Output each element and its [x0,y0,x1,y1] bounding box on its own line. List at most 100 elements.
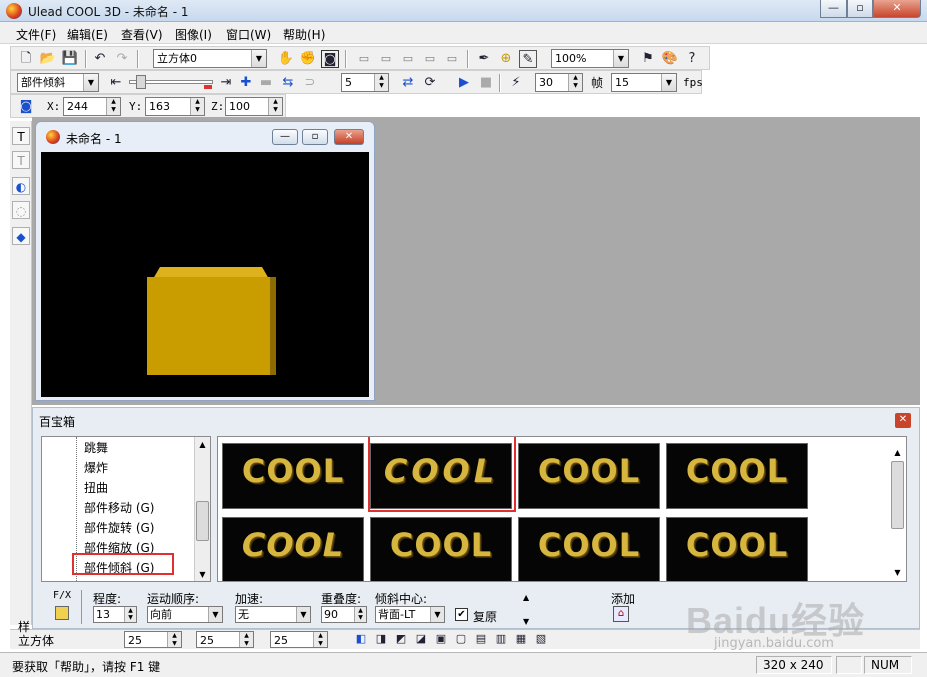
globe-icon[interactable]: ⊕ [497,50,515,68]
hand-move-icon[interactable]: ✋ [277,50,295,68]
scroll-thumb[interactable] [891,461,904,529]
effect-thumbnail[interactable]: COOL [222,443,364,509]
props-scroll-icon[interactable]: ▲ ▼ [523,592,529,628]
tree-item[interactable]: 部件旋转 (G) [84,519,154,536]
close-button[interactable]: ✕ [873,0,921,18]
spin-arrows-icon[interactable]: ▲ ▼ [313,632,327,647]
last-frame-icon[interactable]: ⇥ [217,74,235,92]
scroll-up-icon[interactable]: ▲ [890,445,905,460]
tree-scrollbar[interactable]: ▲ ▼ [194,437,210,581]
timeline-thumb[interactable] [136,75,146,89]
view-4-icon[interactable]: ◪ [412,630,430,648]
menu-window[interactable]: 窗口(W) [226,26,271,43]
spin-arrows-icon[interactable]: ▲ ▼ [239,632,253,647]
degree-spin[interactable]: 13 ▲ ▼ [93,606,137,623]
z-spin[interactable]: 100 ▲ ▼ [225,97,283,116]
effect-thumbnail[interactable]: COOL [666,443,808,509]
menu-image[interactable]: 图像(I) [175,26,212,43]
light-icon[interactable]: ✒ [475,50,493,68]
rotate-hand-icon[interactable]: ✊ [299,50,317,68]
first-frame-icon[interactable]: ⇤ [107,74,125,92]
scroll-down-icon[interactable]: ▼ [195,567,210,581]
view-1-icon[interactable]: ◧ [352,630,370,648]
object-select[interactable]: 立方体0 ▼ [153,49,267,68]
bevel-2-icon[interactable]: ▭ [377,50,395,68]
value-spin-2[interactable]: 25 ▲ ▼ [196,631,254,648]
overlap-spin[interactable]: 90 ▲ ▼ [321,606,367,623]
new-file-icon[interactable]: 🗋 [17,50,35,68]
view-10-icon[interactable]: ▧ [532,630,550,648]
minimize-button[interactable]: — [820,0,847,18]
scroll-down-icon[interactable]: ▼ [890,565,905,580]
spin-arrows-icon[interactable]: ▲ ▼ [568,74,582,91]
loop-icon[interactable]: ⊃ [301,74,319,92]
tree-item[interactable]: 扭曲 [84,479,108,496]
menu-help[interactable]: 帮助(H) [283,26,325,43]
center-select[interactable]: 背面-LT ▼ [375,606,445,623]
panel-close-button[interactable]: ✕ [895,413,911,428]
spin-arrows-icon[interactable]: ▲ ▼ [124,607,136,622]
fx-toggle-icon[interactable] [55,606,69,620]
order-select[interactable]: 向前 ▼ [147,606,223,623]
shape-tool-icon[interactable]: ◐ [12,177,30,195]
text-tool-icon[interactable]: T [12,127,30,145]
spin-arrows-icon[interactable]: ▲ ▼ [167,632,181,647]
tree-item[interactable]: 跳舞 [84,439,108,456]
maximize-button[interactable]: ▫ [847,0,873,18]
add-keyframe-icon[interactable]: ✚ [237,74,255,92]
swap-icon[interactable]: ⇄ [399,74,417,92]
render-icon[interactable]: ⚑ [639,50,657,68]
value-spin-1[interactable]: 25 ▲ ▼ [124,631,182,648]
reverse-icon[interactable]: ⇆ [279,74,297,92]
size-object-icon[interactable]: ◙ [321,50,339,68]
scroll-up-icon[interactable]: ▲ [195,437,210,452]
bevel-3-icon[interactable]: ▭ [399,50,417,68]
speed-icon[interactable]: ⚡ [507,74,525,92]
doc-maximize-button[interactable]: ▫ [302,129,328,145]
effect-thumbnail[interactable]: COOL [518,443,660,509]
cube-object[interactable] [147,277,275,375]
effect-thumbnail[interactable]: COOL [518,517,660,581]
bevel-1-icon[interactable]: ▭ [355,50,373,68]
edit-shape-icon[interactable]: ◌ [12,201,30,219]
view-6-icon[interactable]: ▢ [452,630,470,648]
help-pointer-icon[interactable]: ? [683,50,701,68]
edit-text-icon[interactable]: T [12,151,30,169]
effect-select[interactable]: 部件倾斜 ▼ [17,73,99,92]
render-canvas[interactable] [41,152,369,397]
save-icon[interactable]: 💾 [61,50,79,68]
bevel-4-icon[interactable]: ▭ [421,50,439,68]
x-spin[interactable]: 244 ▲ ▼ [63,97,121,116]
doc-minimize-button[interactable]: — [272,129,298,145]
view-3-icon[interactable]: ◩ [392,630,410,648]
frames-select[interactable]: 15 ▼ [611,73,677,92]
effect-thumbnail[interactable]: COOL [666,517,808,581]
fps-spin[interactable]: 30 ▲ ▼ [535,73,583,92]
frame-spin[interactable]: 5 ▲ ▼ [341,73,389,92]
menu-file[interactable]: 文件(F) [16,26,56,43]
zoom-select[interactable]: 100% ▼ [551,49,629,68]
stop-icon[interactable]: ■ [477,74,495,92]
repeat-icon[interactable]: ⟳ [421,74,439,92]
spin-arrows-icon[interactable]: ▲ ▼ [374,74,388,91]
view-2-icon[interactable]: ◨ [372,630,390,648]
spin-arrows-icon[interactable]: ▲ ▼ [354,607,366,622]
remove-keyframe-icon[interactable]: ▬ [257,74,275,92]
add-to-palette-icon[interactable]: ⌂ [613,606,629,622]
open-folder-icon[interactable]: 📂 [39,50,57,68]
menu-edit[interactable]: 编辑(E) [67,26,108,43]
doc-close-button[interactable]: ✕ [334,129,364,145]
undo-icon[interactable]: ↶ [91,50,109,68]
effect-thumbnail[interactable]: COOL [370,517,512,581]
view-5-icon[interactable]: ▣ [432,630,450,648]
image-icon[interactable]: ✎ [519,50,537,68]
value-spin-3[interactable]: 25 ▲ ▼ [270,631,328,648]
position-icon[interactable]: ◙ [17,98,35,116]
spin-arrows-icon[interactable]: ▲ ▼ [268,98,282,115]
view-8-icon[interactable]: ▥ [492,630,510,648]
y-spin[interactable]: 163 ▲ ▼ [145,97,205,116]
spin-arrows-icon[interactable]: ▲ ▼ [106,98,120,115]
tree-item[interactable]: 爆炸 [84,459,108,476]
spin-arrows-icon[interactable]: ▲ ▼ [190,98,204,115]
menu-view[interactable]: 查看(V) [121,26,163,43]
